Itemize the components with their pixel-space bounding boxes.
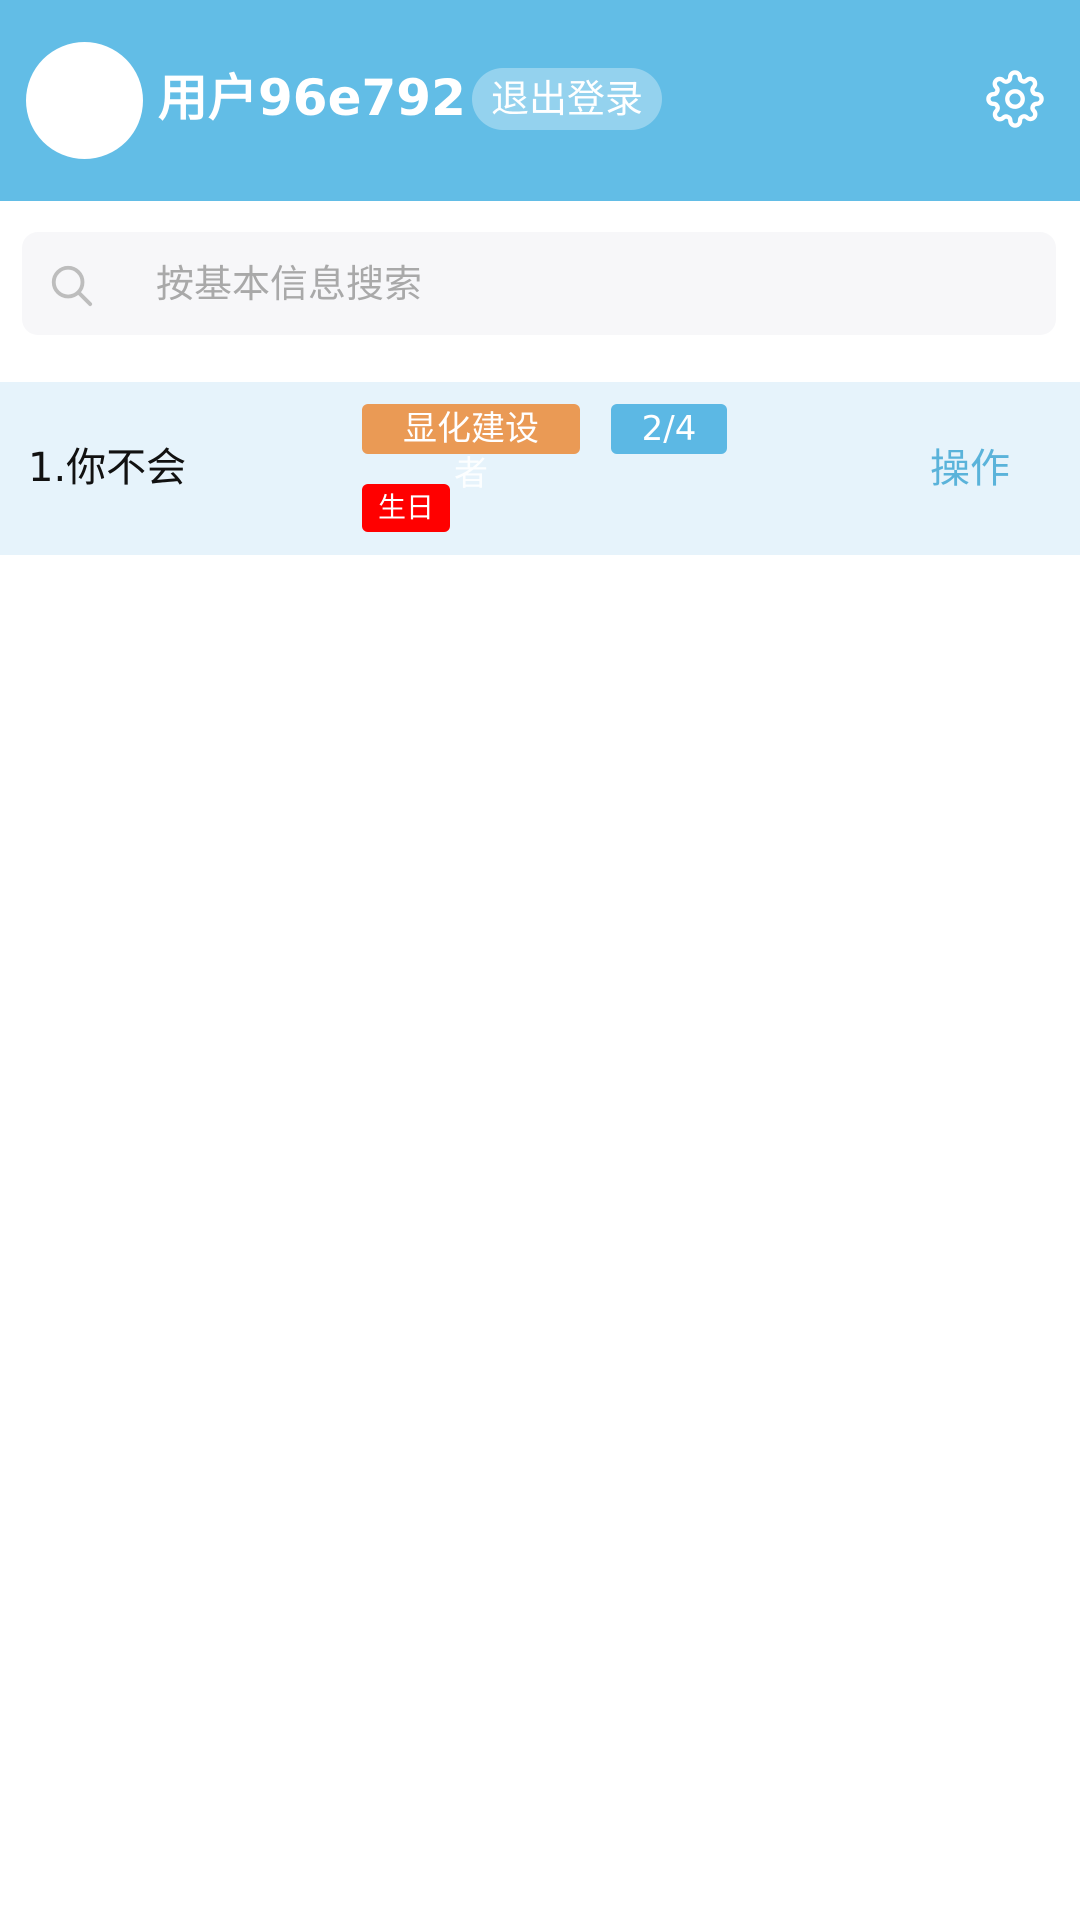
- list-item[interactable]: 1.你不会 显化建设 者 2/4 生日 操作: [0, 382, 1080, 555]
- tag-category: 显化建设 者: [362, 404, 580, 494]
- progress-badge: 2/4: [611, 404, 727, 454]
- gear-icon[interactable]: [986, 70, 1044, 128]
- tag-birthday: 生日: [362, 484, 450, 532]
- username: 用户96e792: [158, 69, 466, 127]
- user-header: 用户96e792 退出登录: [0, 0, 1080, 201]
- item-title: 1.你不会: [28, 445, 187, 491]
- page: 用户96e792 退出登录 1.你不会 显化建设 者 2/4 生日 操作: [0, 0, 1080, 1920]
- search-bar: [22, 232, 1056, 335]
- search-input[interactable]: [132, 232, 1032, 335]
- search-icon: [51, 265, 93, 307]
- operate-button[interactable]: 操作: [920, 434, 1020, 504]
- avatar[interactable]: [26, 42, 143, 159]
- tag-category-label: 显化建设: [403, 409, 539, 449]
- logout-button[interactable]: 退出登录: [472, 68, 662, 130]
